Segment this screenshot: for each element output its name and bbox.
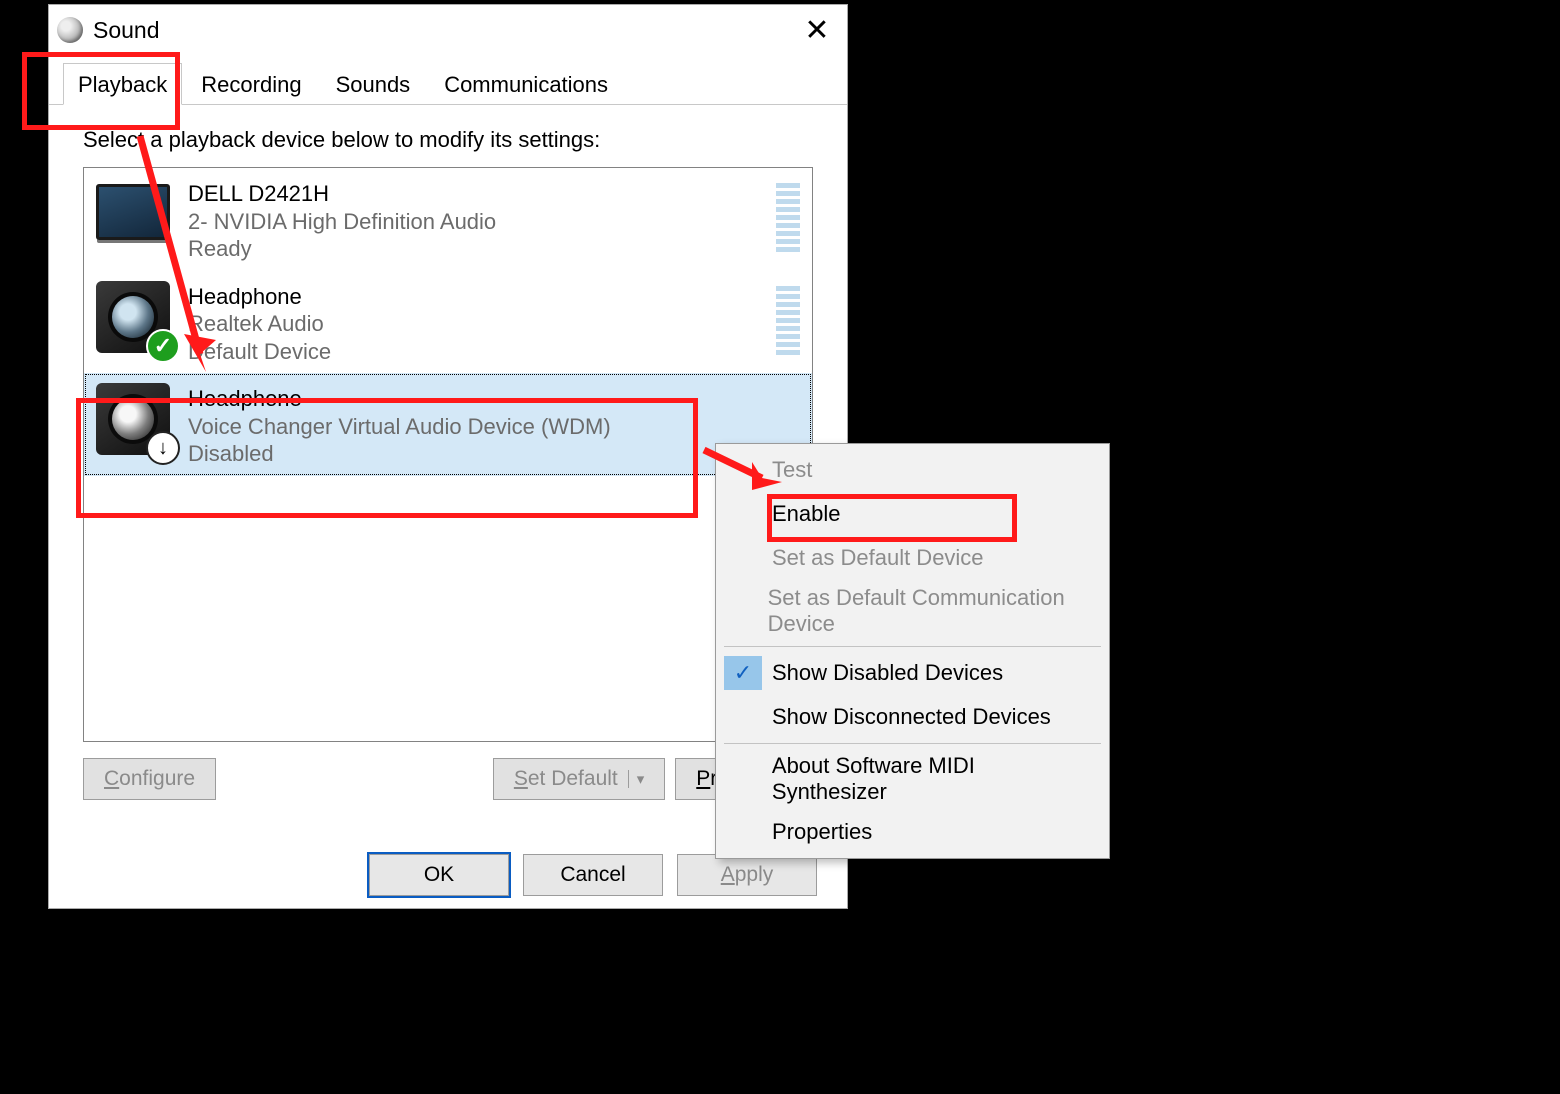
ctx-show-disabled[interactable]: ✓ Show Disabled Devices <box>716 651 1109 695</box>
speaker-icon: ✓ <box>96 281 170 353</box>
tabstrip: Playback Recording Sounds Communications <box>49 55 847 105</box>
context-menu: Test Enable Set as Default Device Set as… <box>715 443 1110 859</box>
device-name: Headphone <box>188 283 758 311</box>
device-row[interactable]: ✓ Headphone Realtek Audio Default Device <box>84 271 812 374</box>
ctx-enable[interactable]: Enable <box>716 492 1109 536</box>
titlebar: Sound ✕ <box>49 5 847 55</box>
level-meter <box>776 182 800 252</box>
device-status: Default Device <box>188 338 758 366</box>
default-check-icon: ✓ <box>146 329 180 363</box>
speaker-disabled-icon: ↓ <box>96 383 170 455</box>
ok-button[interactable]: OK <box>369 854 509 896</box>
tab-sounds[interactable]: Sounds <box>321 63 426 104</box>
configure-button[interactable]: Configure <box>83 758 216 800</box>
ctx-test[interactable]: Test <box>716 448 1109 492</box>
device-name: Headphone <box>188 385 800 413</box>
device-name: DELL D2421H <box>188 180 758 208</box>
instruction-text: Select a playback device below to modify… <box>83 127 813 153</box>
ctx-separator <box>724 743 1101 744</box>
tab-communications[interactable]: Communications <box>429 63 623 104</box>
device-list: DELL D2421H 2- NVIDIA High Definition Au… <box>83 167 813 742</box>
sound-app-icon <box>57 17 83 43</box>
tab-playback[interactable]: Playback <box>63 63 182 105</box>
set-default-button[interactable]: Set Default ▾ <box>493 758 665 800</box>
ctx-show-disconnected[interactable]: Show Disconnected Devices <box>716 695 1109 739</box>
apply-button[interactable]: Apply <box>677 854 817 896</box>
device-row-selected[interactable]: ↓ Headphone Voice Changer Virtual Audio … <box>84 373 812 476</box>
monitor-icon <box>96 184 170 240</box>
close-button[interactable]: ✕ <box>795 13 839 48</box>
level-meter <box>776 285 800 355</box>
device-driver: Realtek Audio <box>188 310 758 338</box>
disabled-down-icon: ↓ <box>146 431 180 465</box>
device-status: Ready <box>188 235 758 263</box>
device-row[interactable]: DELL D2421H 2- NVIDIA High Definition Au… <box>84 168 812 271</box>
ctx-set-default[interactable]: Set as Default Device <box>716 536 1109 580</box>
window-title: Sound <box>93 17 160 44</box>
ctx-separator <box>724 646 1101 647</box>
device-status: Disabled <box>188 440 800 468</box>
ctx-about[interactable]: About Software MIDI Synthesizer <box>716 748 1109 810</box>
cancel-button[interactable]: Cancel <box>523 854 663 896</box>
ctx-set-comm[interactable]: Set as Default Communication Device <box>716 580 1109 642</box>
device-driver: 2- NVIDIA High Definition Audio <box>188 208 758 236</box>
set-default-caret-icon[interactable]: ▾ <box>628 770 645 788</box>
ctx-properties[interactable]: Properties <box>716 810 1109 854</box>
tab-recording[interactable]: Recording <box>186 63 316 104</box>
device-driver: Voice Changer Virtual Audio Device (WDM) <box>188 413 800 441</box>
check-icon: ✓ <box>724 656 762 690</box>
